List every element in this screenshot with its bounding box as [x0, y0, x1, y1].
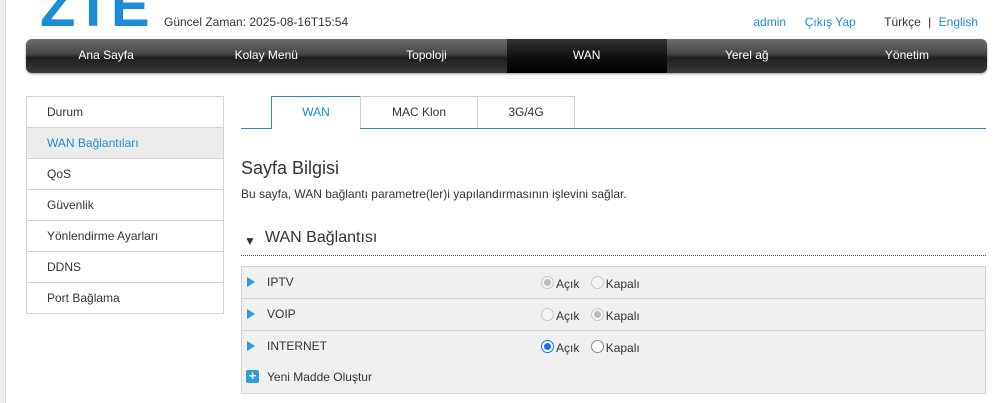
wan-row-name[interactable]: VOIP [267, 307, 296, 321]
window-frame-left [0, 0, 6, 403]
sidebar-item-ddns[interactable]: DDNS [27, 252, 223, 283]
wan-row-name[interactable]: INTERNET [267, 339, 327, 353]
nav-topology[interactable]: Topoloji [346, 39, 506, 73]
tab-mac-clone[interactable]: MAC Klon [360, 96, 478, 128]
tab-wan[interactable]: WAN [271, 96, 361, 129]
nav-management[interactable]: Yönetim [827, 39, 987, 73]
internet-on-radio[interactable] [541, 340, 554, 353]
logout-link[interactable]: Çıkış Yap [805, 15, 856, 29]
top-right-links: admin Çıkış Yap Türkçe | English [753, 15, 978, 29]
sidebar-item-routing[interactable]: Yönlendirme Ayarları [27, 221, 223, 252]
wan-row-voip: VOIP Açık Kapalı [241, 298, 986, 330]
internet-off-label[interactable]: Kapalı [606, 341, 640, 355]
nav-wan[interactable]: WAN [506, 39, 667, 73]
wan-row-iptv: IPTV Açık Kapalı [241, 266, 986, 298]
wan-connection-title: WAN Bağlantısı [265, 229, 378, 246]
nav-home[interactable]: Ana Sayfa [26, 39, 186, 73]
main-nav: Ana Sayfa Kolay Menü Topoloji WAN Yerel … [26, 39, 987, 73]
user-link[interactable]: admin [753, 15, 786, 29]
voip-off-label: Kapalı [605, 309, 640, 323]
wan-connection-list: IPTV Açık Kapalı VOIP Açık Kapalı INTERN… [241, 266, 986, 394]
internet-on-label[interactable]: Açık [556, 341, 579, 355]
voip-radio-group: Açık Kapalı [541, 308, 648, 323]
voip-off-radio [590, 308, 604, 321]
zte-logo: ZTE [40, 0, 150, 32]
sidebar-item-security[interactable]: Güvenlik [27, 190, 223, 221]
tab-bar: WAN MAC Klon 3G/4G [241, 96, 986, 129]
iptv-off-label: Kapalı [605, 277, 640, 291]
tab-3g-4g[interactable]: 3G/4G [477, 96, 575, 128]
sidebar: Durum WAN Bağlantıları QoS Güvenlik Yönl… [26, 96, 224, 314]
voip-on-radio [541, 308, 554, 321]
sidebar-item-wan-connections[interactable]: WAN Bağlantıları [27, 128, 223, 159]
iptv-on-radio [541, 276, 554, 289]
wan-row-name[interactable]: IPTV [267, 275, 294, 289]
voip-on-label: Açık [556, 309, 580, 323]
current-time: Güncel Zaman: 2025-08-16T15:54 [164, 15, 349, 29]
internet-radio-group: Açık Kapalı [541, 340, 648, 355]
add-new-item-row: + Yeni Madde Oluştur [241, 362, 986, 394]
language-english[interactable]: English [939, 15, 978, 29]
plus-icon[interactable]: + [246, 369, 259, 383]
iptv-on-label: Açık [556, 277, 580, 291]
internet-off-radio[interactable] [590, 340, 604, 353]
iptv-radio-group: Açık Kapalı [541, 276, 648, 291]
sidebar-item-qos[interactable]: QoS [27, 159, 223, 190]
svg-text:ZTE: ZTE [40, 0, 150, 32]
page-info-description: Bu sayfa, WAN bağlantı parametre(ler)i y… [241, 187, 627, 201]
language-separator: | [928, 15, 932, 29]
sidebar-item-port-binding[interactable]: Port Bağlama [27, 283, 223, 314]
expand-arrow-icon[interactable] [247, 277, 255, 287]
wan-row-internet: INTERNET Açık Kapalı [241, 330, 986, 362]
page-info-title: Sayfa Bilgisi [241, 158, 340, 178]
wan-connection-header[interactable]: ▼ WAN Bağlantısı [241, 229, 986, 256]
add-new-item-link[interactable]: Yeni Madde Oluştur [267, 370, 372, 384]
nav-easy-menu[interactable]: Kolay Menü [186, 39, 346, 73]
nav-local-network[interactable]: Yerel ağ [667, 39, 827, 73]
triangle-down-icon: ▼ [244, 234, 256, 248]
sidebar-item-status[interactable]: Durum [27, 97, 223, 128]
iptv-off-radio [590, 276, 604, 289]
language-turkish[interactable]: Türkçe [884, 15, 921, 29]
expand-arrow-icon[interactable] [247, 309, 255, 319]
expand-arrow-icon[interactable] [247, 341, 255, 351]
